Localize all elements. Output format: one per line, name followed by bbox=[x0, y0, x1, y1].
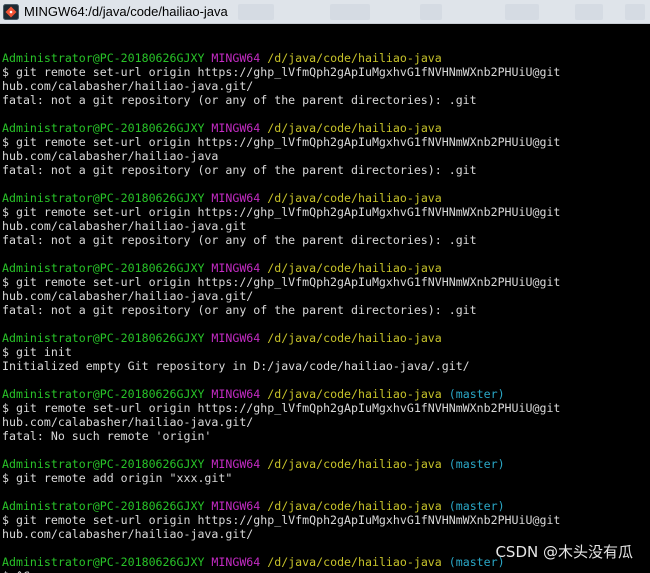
command-line: $ git remote set-url origin https://ghp_… bbox=[2, 135, 561, 149]
prompt-env: MINGW64 bbox=[211, 121, 261, 135]
csdn-watermark: CSDN @木头没有瓜 bbox=[495, 543, 633, 561]
background-tab-ghost bbox=[505, 4, 539, 20]
prompt-env: MINGW64 bbox=[211, 499, 261, 513]
prompt-path: /d/java/code/hailiao-java bbox=[267, 331, 442, 345]
prompt-line: Administrator@PC-20180626GJXY MINGW64 /d… bbox=[2, 121, 650, 135]
output-line: hub.com/calabasher/hailiao-java bbox=[2, 149, 219, 163]
prompt-env: MINGW64 bbox=[211, 457, 261, 471]
prompt-user: Administrator@PC-20180626GJXY bbox=[2, 499, 205, 513]
prompt-user: Administrator@PC-20180626GJXY bbox=[2, 331, 205, 345]
output-line: fatal: not a git repository (or any of t… bbox=[2, 233, 477, 247]
window-title: MINGW64:/d/java/code/hailiao-java bbox=[24, 4, 228, 19]
prompt-path: /d/java/code/hailiao-java bbox=[267, 499, 442, 513]
output-line: fatal: not a git repository (or any of t… bbox=[2, 93, 477, 107]
background-tab-ghost bbox=[575, 4, 603, 20]
prompt-user: Administrator@PC-20180626GJXY bbox=[2, 555, 205, 569]
prompt-user: Administrator@PC-20180626GJXY bbox=[2, 51, 205, 65]
prompt-line: Administrator@PC-20180626GJXY MINGW64 /d… bbox=[2, 499, 650, 513]
prompt-branch: (master) bbox=[448, 457, 505, 471]
output-line: hub.com/calabasher/hailiao-java.git/ bbox=[2, 79, 254, 93]
prompt-branch: (master) bbox=[448, 499, 505, 513]
prompt-env: MINGW64 bbox=[211, 331, 261, 345]
title-bar[interactable]: MINGW64:/d/java/code/hailiao-java bbox=[0, 0, 650, 24]
prompt-env: MINGW64 bbox=[211, 387, 261, 401]
output-line: fatal: not a git repository (or any of t… bbox=[2, 303, 477, 317]
git-bash-icon bbox=[3, 3, 19, 20]
output-line: hub.com/calabasher/hailiao-java.git/ bbox=[2, 415, 254, 429]
prompt-path: /d/java/code/hailiao-java bbox=[267, 261, 442, 275]
prompt-path: /d/java/code/hailiao-java bbox=[267, 51, 442, 65]
background-tab-ghost bbox=[420, 4, 442, 20]
prompt-env: MINGW64 bbox=[211, 191, 261, 205]
prompt-branch: (master) bbox=[448, 387, 505, 401]
output-line: hub.com/calabasher/hailiao-java.git bbox=[2, 219, 247, 233]
output-line: hub.com/calabasher/hailiao-java.git/ bbox=[2, 289, 254, 303]
background-tab-ghost bbox=[625, 4, 645, 20]
prompt-env: MINGW64 bbox=[211, 51, 261, 65]
prompt-line: Administrator@PC-20180626GJXY MINGW64 /d… bbox=[2, 331, 650, 345]
prompt-path: /d/java/code/hailiao-java bbox=[267, 457, 442, 471]
output-line: fatal: not a git repository (or any of t… bbox=[2, 163, 477, 177]
command-line: $ ^C bbox=[2, 569, 650, 573]
prompt-env: MINGW64 bbox=[211, 555, 261, 569]
prompt-path: /d/java/code/hailiao-java bbox=[267, 191, 442, 205]
output-line: Initialized empty Git repository in D:/j… bbox=[2, 359, 470, 373]
prompt-line: Administrator@PC-20180626GJXY MINGW64 /d… bbox=[2, 387, 650, 401]
prompt-user: Administrator@PC-20180626GJXY bbox=[2, 121, 205, 135]
terminal-output[interactable]: Administrator@PC-20180626GJXY MINGW64 /d… bbox=[0, 24, 650, 573]
prompt-env: MINGW64 bbox=[211, 261, 261, 275]
prompt-path: /d/java/code/hailiao-java bbox=[267, 121, 442, 135]
prompt-line: Administrator@PC-20180626GJXY MINGW64 /d… bbox=[2, 261, 650, 275]
prompt-path: /d/java/code/hailiao-java bbox=[267, 555, 442, 569]
prompt-path: /d/java/code/hailiao-java bbox=[267, 387, 442, 401]
command-line: $ git remote set-url origin https://ghp_… bbox=[2, 65, 561, 79]
prompt-user: Administrator@PC-20180626GJXY bbox=[2, 261, 205, 275]
prompt-line: Administrator@PC-20180626GJXY MINGW64 /d… bbox=[2, 191, 650, 205]
prompt-line: Administrator@PC-20180626GJXY MINGW64 /d… bbox=[2, 51, 650, 65]
prompt-user: Administrator@PC-20180626GJXY bbox=[2, 457, 205, 471]
command-line: $ git remote set-url origin https://ghp_… bbox=[2, 513, 561, 527]
prompt-user: Administrator@PC-20180626GJXY bbox=[2, 387, 205, 401]
output-line: hub.com/calabasher/hailiao-java.git/ bbox=[2, 527, 254, 541]
command-line: $ git remote set-url origin https://ghp_… bbox=[2, 401, 561, 415]
command-line: $ git remote set-url origin https://ghp_… bbox=[2, 205, 561, 219]
command-line: $ git init bbox=[2, 345, 72, 359]
background-tab-ghost bbox=[238, 4, 274, 20]
prompt-user: Administrator@PC-20180626GJXY bbox=[2, 191, 205, 205]
prompt-line: Administrator@PC-20180626GJXY MINGW64 /d… bbox=[2, 457, 650, 471]
terminal-window: MINGW64:/d/java/code/hailiao-java Admini… bbox=[0, 0, 650, 573]
background-tab-ghost bbox=[330, 4, 370, 20]
command-line: $ git remote add origin "xxx.git" bbox=[2, 471, 233, 485]
command-line: $ git remote set-url origin https://ghp_… bbox=[2, 275, 561, 289]
output-line: fatal: No such remote 'origin' bbox=[2, 429, 212, 443]
